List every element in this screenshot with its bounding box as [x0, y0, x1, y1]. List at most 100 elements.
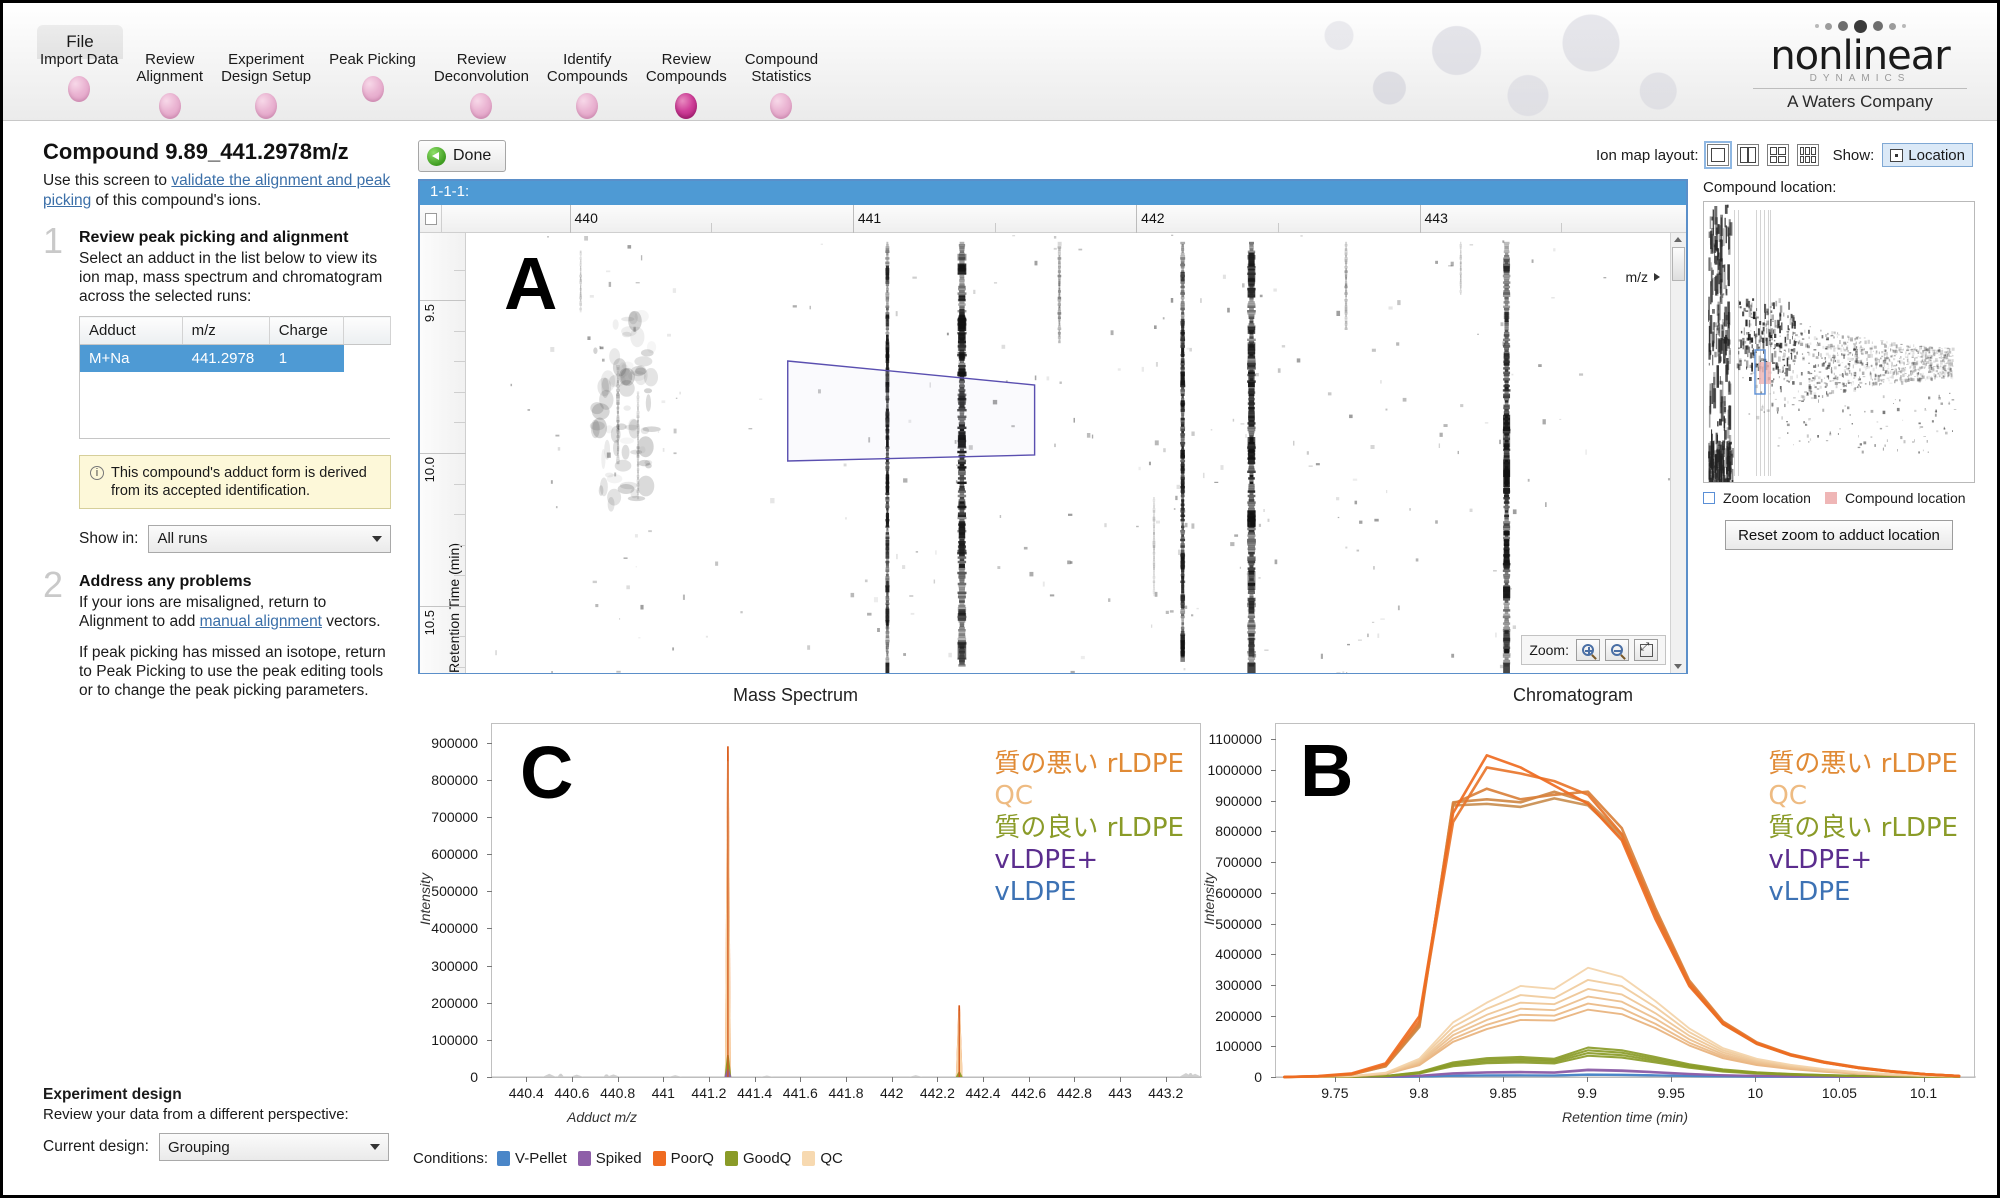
zoom-out-icon[interactable]	[1605, 639, 1629, 661]
ion-map-y-axis-title: Retention Time (min)	[446, 543, 462, 673]
ion-map-y-tick	[420, 300, 466, 302]
show-in-select[interactable]: All runs	[148, 524, 391, 553]
condition-color-swatch	[724, 1151, 738, 1166]
layout-single-button[interactable]	[1703, 141, 1732, 169]
layout-six-grid-button[interactable]	[1796, 144, 1819, 166]
workflow-step-identify-compounds[interactable]: Identify Compounds	[538, 51, 637, 119]
column-header-mz[interactable]: m/z	[182, 316, 270, 345]
x-tick-mark	[663, 1077, 665, 1082]
workflow-step-peakpicking[interactable]: Peak Picking	[320, 51, 425, 102]
zoom-in-icon[interactable]	[1576, 639, 1600, 661]
ion-map-y-axis: Retention Time (min) 9.5 10.0 10.5	[420, 233, 466, 673]
x-tick-label: 443.2	[1148, 1085, 1184, 1101]
step-label: Compound Statistics	[744, 51, 819, 85]
reset-zoom-button[interactable]: Reset zoom to adduct location	[1725, 520, 1953, 550]
y-tick-mark	[1271, 892, 1276, 894]
chromatogram-chart[interactable]: B 質の悪い rLDPE QC 質の良い rLDPE vLDPE+ vLDPE	[1275, 723, 1976, 1079]
y-tick-mark	[1271, 923, 1276, 925]
x-tick-label: 9.85	[1489, 1085, 1517, 1101]
show-in-row: Show in: All runs	[79, 524, 391, 553]
ion-map-y-minor-tick	[454, 391, 466, 393]
ion-map-vertical-scrollbar[interactable]	[1670, 233, 1686, 673]
ion-map-plot-area[interactable]: m/z A	[466, 233, 1670, 673]
ion-map-x-tick: 441	[852, 205, 881, 233]
y-tick-label: 900000	[431, 734, 478, 751]
y-tick-label: 800000	[1215, 823, 1262, 840]
column-header-adduct[interactable]: Adduct	[79, 316, 183, 345]
y-tick-mark	[487, 891, 492, 893]
x-tick-mark	[1334, 1077, 1336, 1082]
x-tick-label: 441.6	[782, 1085, 818, 1101]
ion-map-y-minor-tick	[454, 422, 466, 424]
ion-map-y-tick-label: 9.5	[422, 304, 437, 323]
condition-spiked[interactable]: Spiked	[577, 1150, 642, 1167]
corner-square-icon[interactable]	[425, 213, 437, 225]
y-tick-label: 600000	[1215, 884, 1262, 901]
layout-four-grid-button[interactable]	[1766, 144, 1789, 166]
mass-spectrum-letter: C	[520, 731, 574, 814]
x-tick-mark	[617, 1077, 619, 1082]
workflow-step-experiment-designsetup[interactable]: Experiment Design Setup	[212, 51, 320, 119]
condition-poorq[interactable]: PoorQ	[652, 1150, 714, 1167]
step-label: Review Deconvolution	[433, 51, 529, 85]
adduct-info-note: i This compound's adduct form is derived…	[79, 454, 391, 509]
x-tick-label: 10.05	[1821, 1085, 1857, 1101]
step-status-dot	[158, 93, 181, 119]
x-tick-label: 441.4	[737, 1085, 773, 1101]
column-header-charge[interactable]: Charge	[269, 316, 345, 345]
ion-map-y-minor-tick	[454, 269, 466, 271]
logo-divider	[1753, 88, 1967, 89]
table-row[interactable]: M+Na 441.2978 1	[79, 344, 391, 372]
workflow-step-compound-statistics[interactable]: Compound Statistics	[736, 51, 827, 119]
step-1-heading: Review peak picking and alignment	[79, 229, 349, 246]
ion-map-y-minor-tick	[454, 330, 466, 332]
logo-wordmark: nonlinear	[1770, 33, 1950, 79]
cell-charge: 1	[269, 344, 344, 372]
cell-adduct: M+Na	[79, 344, 183, 372]
ion-map-x-minor-tick	[711, 223, 713, 233]
workflow-step-review-compounds[interactable]: Review Compounds	[637, 51, 736, 119]
condition-v-pellet[interactable]: V-Pellet	[497, 1150, 567, 1167]
show-in-value: All runs	[157, 530, 208, 547]
y-tick-mark	[487, 928, 492, 930]
ion-map-zoom-controls: Zoom:	[1521, 635, 1666, 665]
fit-to-screen-icon[interactable]	[1634, 639, 1658, 661]
compound-location-map[interactable]	[1703, 201, 1975, 483]
y-tick-label: 900000	[1215, 792, 1262, 809]
workflow-step-importdata[interactable]: Import Data	[31, 51, 127, 102]
scrollbar-thumb[interactable]	[1672, 247, 1685, 281]
workflow-steps: Import Data Review Alignment Experiment De…	[31, 51, 827, 119]
step-2-body-1: If your ions are misaligned, return to A…	[79, 593, 391, 631]
mass-spectrum-chart[interactable]: C 質の悪い rLDPE QC 質の良い rLDPE vLDPE+ vLDPE	[491, 723, 1203, 1078]
intro-suffix: of this compound's ions.	[91, 192, 262, 209]
step-status-dot	[255, 93, 278, 119]
manual-alignment-link[interactable]: manual alignment	[200, 613, 322, 630]
current-design-value: Grouping	[167, 1138, 230, 1156]
x-tick-label: 10.1	[1909, 1085, 1938, 1101]
ion-map-y-minor-tick	[454, 544, 466, 546]
workflow-step-review-alignment[interactable]: Review Alignment	[127, 51, 212, 119]
layout-two-column-button[interactable]	[1736, 144, 1759, 166]
series-annotation: 質の良い rLDPE	[1768, 813, 1958, 843]
x-tick-mark	[1839, 1077, 1841, 1082]
compound-location-swatch	[1824, 492, 1837, 504]
workflow-step-review-deconvolution[interactable]: Review Deconvolution	[425, 51, 538, 119]
chromatogram-letter: B	[1300, 729, 1354, 812]
sidebar-step-2: 2 Address any problems If your ions are …	[43, 566, 391, 700]
y-tick-mark	[1271, 739, 1276, 741]
show-location-toggle[interactable]: Location	[1882, 143, 1973, 167]
ion-map-y-tick-label: 10.0	[422, 457, 437, 483]
condition-color-swatch	[652, 1151, 666, 1166]
nonlinear-logo: nonlinear DYNAMICS A Waters Company	[1745, 17, 1975, 112]
step-1-body: Select an adduct in the list below to vi…	[79, 250, 383, 305]
series-annotation: vLDPE+	[994, 845, 1099, 875]
condition-goodq[interactable]: GoodQ	[724, 1150, 791, 1167]
condition-qc[interactable]: QC	[802, 1150, 843, 1167]
y-tick-label: 700000	[1215, 854, 1262, 871]
adduct-table[interactable]: Adduct m/z Charge M+Na 441.2978 1	[79, 316, 391, 439]
ion-map-y-minor-tick	[454, 514, 466, 516]
column-header-blank[interactable]	[343, 316, 391, 345]
done-button[interactable]: Done	[418, 140, 507, 172]
current-design-select[interactable]: Grouping	[158, 1133, 389, 1161]
chevron-down-icon	[372, 535, 382, 542]
